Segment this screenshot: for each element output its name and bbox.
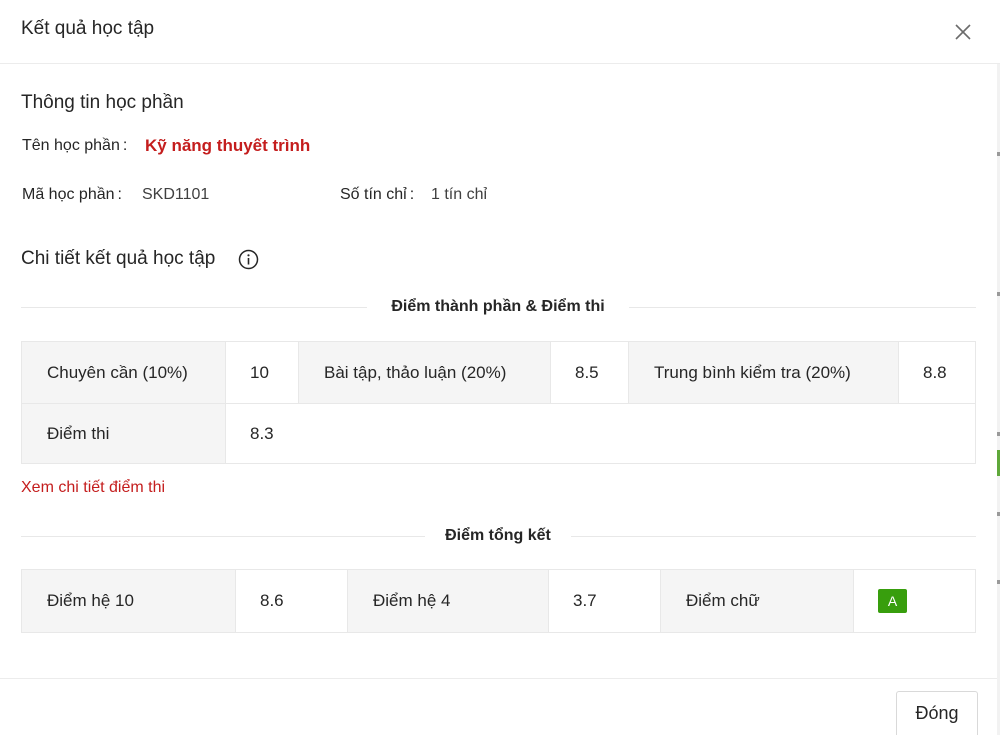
course-name-value: Kỹ năng thuyết trình — [145, 136, 311, 155]
summary-scores-table: Điểm hệ 10 8.6 Điểm hệ 4 3.7 Điểm chữ A — [21, 569, 976, 633]
score-label: Trung bình kiểm tra (20%) — [629, 342, 899, 403]
score-label: Điểm thi — [22, 404, 226, 463]
component-divider-title: Điểm thành phần & Điểm thi — [391, 298, 605, 315]
course-info-heading: Thông tin học phần — [21, 92, 184, 113]
divider-line — [21, 536, 425, 537]
close-icon[interactable] — [950, 19, 976, 45]
score-label: Chuyên cần (10%) — [22, 342, 226, 403]
component-scores-table: Chuyên cần (10%) 10 Bài tập, thảo luận (… — [21, 341, 976, 464]
score-value: 8.5 — [551, 342, 629, 403]
credits-value: 1 tín chỉ — [431, 186, 488, 203]
info-icon[interactable] — [238, 249, 259, 270]
summary-value: 8.6 — [236, 570, 348, 632]
details-heading: Chi tiết kết quả học tập — [21, 248, 216, 269]
modal-title: Kết quả học tập — [21, 18, 155, 39]
score-value: 10 — [226, 342, 299, 403]
exam-detail-link[interactable]: Xem chi tiết điểm thi — [21, 479, 165, 497]
summary-value: 3.7 — [549, 570, 661, 632]
modal-header: Kết quả học tập — [0, 0, 1000, 64]
letter-grade-badge: A — [878, 589, 907, 613]
course-code-value: SKD1101 — [142, 186, 210, 203]
summary-label: Điểm chữ — [661, 570, 854, 632]
course-code-label: Mã học phần: — [22, 186, 122, 203]
divider-line — [629, 307, 976, 308]
score-value: 8.8 — [899, 342, 975, 403]
divider-line — [21, 307, 367, 308]
course-name-label: Tên học phần: — [22, 137, 128, 154]
summary-label: Điểm hệ 4 — [348, 570, 549, 632]
summary-divider-title: Điểm tổng kết — [445, 527, 551, 544]
credits-label: Số tín chỉ: — [340, 186, 415, 203]
summary-label: Điểm hệ 10 — [22, 570, 236, 632]
close-button[interactable]: Đóng — [896, 691, 978, 735]
divider-line — [571, 536, 976, 537]
score-value: 8.3 — [226, 404, 975, 463]
footer-divider — [0, 678, 997, 679]
letter-grade-cell: A — [854, 570, 975, 632]
score-label: Bài tập, thảo luận (20%) — [299, 342, 551, 403]
